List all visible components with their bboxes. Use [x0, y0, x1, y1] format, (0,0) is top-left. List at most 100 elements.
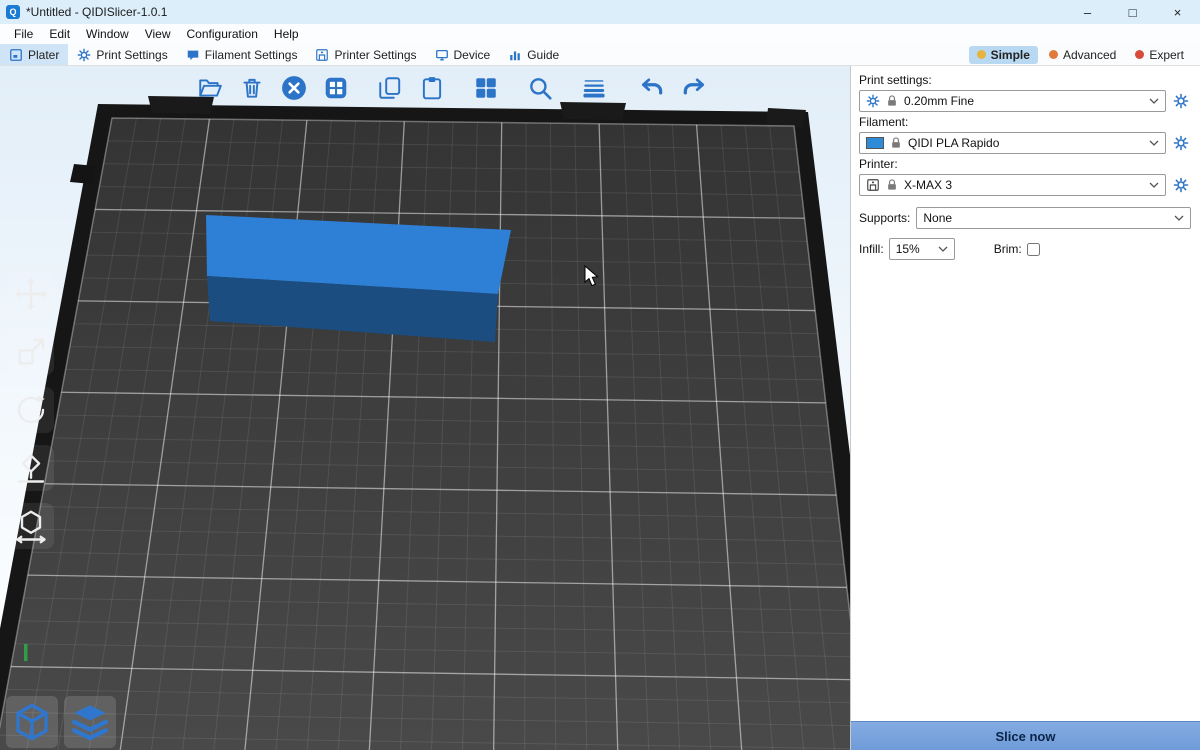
rotate-icon: [13, 392, 49, 428]
filament-label: Filament:: [859, 115, 1191, 129]
tab-filament-settings[interactable]: Filament Settings: [177, 44, 307, 65]
variable-layer-height-button[interactable]: [576, 70, 612, 106]
place-on-face-icon: [13, 450, 49, 486]
search-icon: [527, 75, 553, 101]
settings-sidebar: Print settings: 0.20mm Fine Filament:: [850, 66, 1200, 750]
filament-combo[interactable]: QIDI PLA Rapido: [859, 132, 1166, 154]
layers-icon: [69, 701, 111, 743]
chevron-down-icon: [1149, 182, 1159, 188]
redo-button[interactable]: [676, 70, 712, 106]
printer-settings-icon: [315, 48, 329, 62]
chevron-down-icon: [1149, 140, 1159, 146]
mode-simple[interactable]: Simple: [969, 46, 1038, 64]
infill-combo[interactable]: 15%: [889, 238, 955, 260]
move-tool-button[interactable]: [8, 271, 54, 317]
gear-icon: [1173, 93, 1189, 109]
search-button[interactable]: [522, 70, 558, 106]
delete-button[interactable]: [234, 70, 270, 106]
place-on-face-tool-button[interactable]: [8, 445, 54, 491]
measure-icon: [13, 508, 49, 544]
print-settings-value: 0.20mm Fine: [904, 94, 974, 108]
gizmo-toolbar: [8, 271, 54, 549]
brim-label: Brim:: [994, 242, 1022, 256]
supports-label: Supports:: [859, 211, 910, 225]
tabbar: Plater Print Settings Filament Settings …: [0, 44, 1200, 66]
copy-button[interactable]: [372, 70, 408, 106]
tab-label: Plater: [28, 48, 59, 62]
close-button[interactable]: ×: [1155, 0, 1200, 24]
advanced-mode-dot-icon: [1049, 50, 1058, 59]
tab-print-settings[interactable]: Print Settings: [68, 44, 176, 65]
brim-checkbox[interactable]: [1027, 243, 1040, 256]
paste-button[interactable]: [414, 70, 450, 106]
qidislicer-window: Q *Untitled - QIDISlicer-1.0.1 – □ × Fil…: [0, 0, 1200, 750]
minimize-button[interactable]: –: [1065, 0, 1110, 24]
3d-editor-view-button[interactable]: [6, 696, 58, 748]
tab-label: Filament Settings: [205, 48, 298, 62]
viewport-toolbar: [192, 70, 712, 106]
print-settings-gear-button[interactable]: [1171, 91, 1191, 111]
printer-label: Printer:: [859, 157, 1191, 171]
variable-layer-height-icon: [581, 75, 607, 101]
menu-configuration[interactable]: Configuration: [179, 25, 266, 43]
tab-device[interactable]: Device: [426, 44, 500, 65]
undo-icon: [639, 75, 665, 101]
slice-now-button[interactable]: Slice now: [851, 721, 1200, 750]
guide-icon: [508, 48, 522, 62]
print-settings-label: Print settings:: [859, 73, 1191, 87]
arrange-button[interactable]: [318, 70, 354, 106]
menubar: File Edit Window View Configuration Help: [0, 24, 1200, 44]
device-icon: [435, 48, 449, 62]
scale-tool-button[interactable]: [8, 329, 54, 375]
3d-viewport[interactable]: [0, 66, 850, 750]
tab-guide[interactable]: Guide: [499, 44, 568, 65]
open-folder-icon: [197, 75, 223, 101]
split-icon: [473, 75, 499, 101]
paste-icon: [419, 75, 445, 101]
scale-icon: [13, 334, 49, 370]
gear-icon: [1173, 177, 1189, 193]
mode-label: Expert: [1149, 48, 1184, 62]
plater-icon: [9, 48, 23, 62]
measure-tool-button[interactable]: [8, 503, 54, 549]
menu-edit[interactable]: Edit: [41, 25, 78, 43]
app-icon: Q: [6, 5, 20, 19]
menu-window[interactable]: Window: [78, 25, 137, 43]
split-button[interactable]: [468, 70, 504, 106]
window-title: *Untitled - QIDISlicer-1.0.1: [26, 5, 167, 19]
maximize-button[interactable]: □: [1110, 0, 1155, 24]
delete-all-button[interactable]: [276, 70, 312, 106]
origin-axis-marker: [24, 644, 28, 661]
supports-value: None: [923, 211, 952, 225]
arrange-icon: [323, 75, 349, 101]
model-object[interactable]: [206, 215, 511, 342]
rotate-tool-button[interactable]: [8, 387, 54, 433]
gear-icon: [1173, 135, 1189, 151]
lock-icon: [885, 178, 899, 192]
menu-file[interactable]: File: [6, 25, 41, 43]
lock-icon: [885, 94, 899, 108]
infill-label: Infill:: [859, 242, 884, 256]
sidebar-spacer: [851, 260, 1200, 721]
print-bed: [0, 66, 850, 750]
preview-layers-view-button[interactable]: [64, 696, 116, 748]
lock-icon: [889, 136, 903, 150]
main-area: Print settings: 0.20mm Fine Filament:: [0, 66, 1200, 750]
open-file-button[interactable]: [192, 70, 228, 106]
mode-expert[interactable]: Expert: [1127, 46, 1192, 64]
3d-view-cube-icon: [11, 701, 53, 743]
supports-combo[interactable]: None: [916, 207, 1191, 229]
infill-value: 15%: [896, 242, 920, 256]
printer-gear-button[interactable]: [1171, 175, 1191, 195]
tab-plater[interactable]: Plater: [0, 44, 68, 65]
menu-help[interactable]: Help: [266, 25, 307, 43]
print-settings-combo[interactable]: 0.20mm Fine: [859, 90, 1166, 112]
printer-combo[interactable]: X-MAX 3: [859, 174, 1166, 196]
mode-advanced[interactable]: Advanced: [1041, 46, 1124, 64]
tab-label: Printer Settings: [334, 48, 416, 62]
filament-gear-button[interactable]: [1171, 133, 1191, 153]
chevron-down-icon: [1149, 98, 1159, 104]
tab-printer-settings[interactable]: Printer Settings: [306, 44, 425, 65]
menu-view[interactable]: View: [137, 25, 179, 43]
undo-button[interactable]: [634, 70, 670, 106]
